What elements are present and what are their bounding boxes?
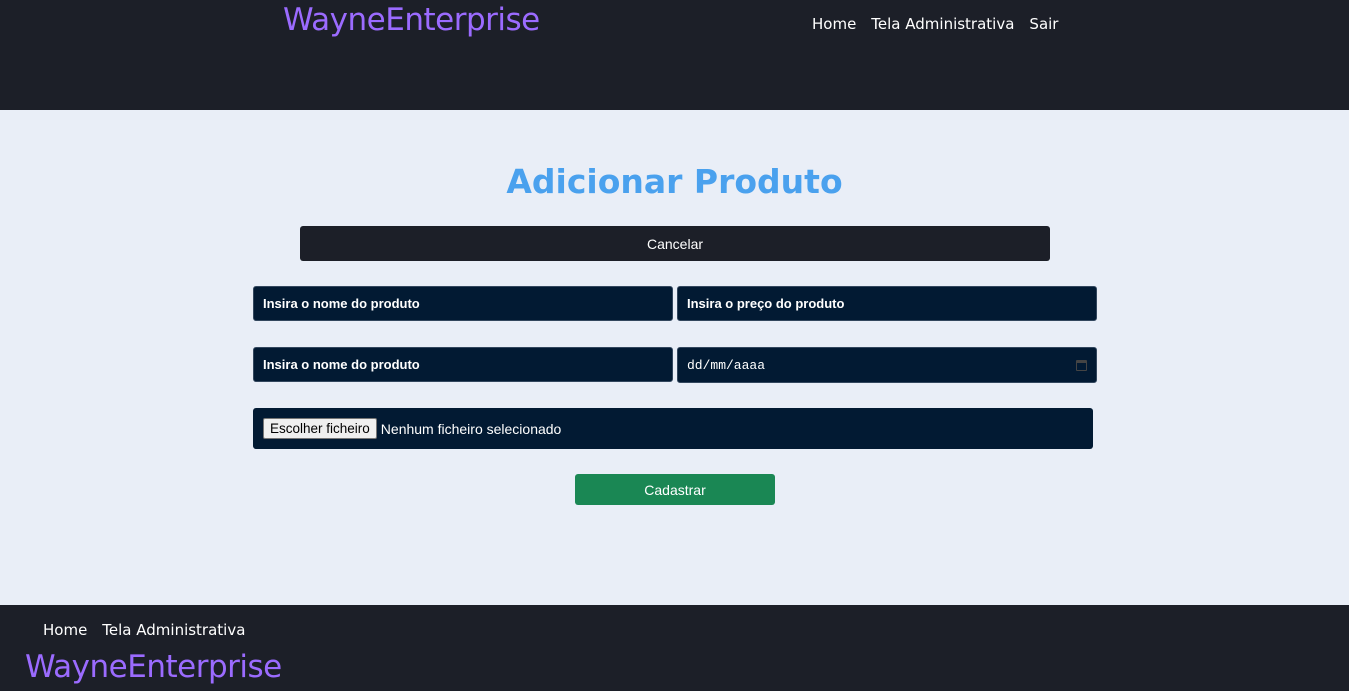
submit-button[interactable]: Cadastrar — [575, 474, 775, 505]
date-input[interactable]: dd/mm/aaaa — [677, 347, 1097, 383]
footer-nav: Home Tela Administrativa — [43, 621, 245, 639]
footer: Home Tela Administrativa WayneEnterprise — [0, 605, 1349, 691]
footer-brand-logo: WayneEnterprise — [25, 649, 282, 685]
page-title: Adicionar Produto — [506, 162, 843, 201]
file-upload-field: Escolher ficheiro Nenhum ficheiro seleci… — [253, 408, 1093, 449]
product-name-input[interactable] — [253, 286, 673, 321]
date-placeholder: dd/mm/aaaa — [687, 357, 766, 373]
product-price-input[interactable] — [677, 286, 1097, 321]
footer-home-link[interactable]: Home — [43, 621, 87, 639]
nav-logout-link[interactable]: Sair — [1029, 15, 1058, 33]
product-name-input-2[interactable] — [253, 347, 673, 382]
choose-file-button[interactable]: Escolher ficheiro — [263, 418, 377, 439]
top-header: WayneEnterprise Home Tela Administrativa… — [0, 0, 1349, 110]
nav-home-link[interactable]: Home — [812, 15, 856, 33]
footer-admin-link[interactable]: Tela Administrativa — [102, 621, 245, 639]
top-nav: Home Tela Administrativa Sair — [812, 15, 1058, 33]
nav-admin-link[interactable]: Tela Administrativa — [871, 15, 1014, 33]
calendar-icon[interactable] — [1076, 359, 1087, 371]
file-status-text: Nenhum ficheiro selecionado — [380, 420, 562, 437]
brand-logo[interactable]: WayneEnterprise — [283, 2, 540, 38]
cancel-button[interactable]: Cancelar — [300, 226, 1050, 261]
